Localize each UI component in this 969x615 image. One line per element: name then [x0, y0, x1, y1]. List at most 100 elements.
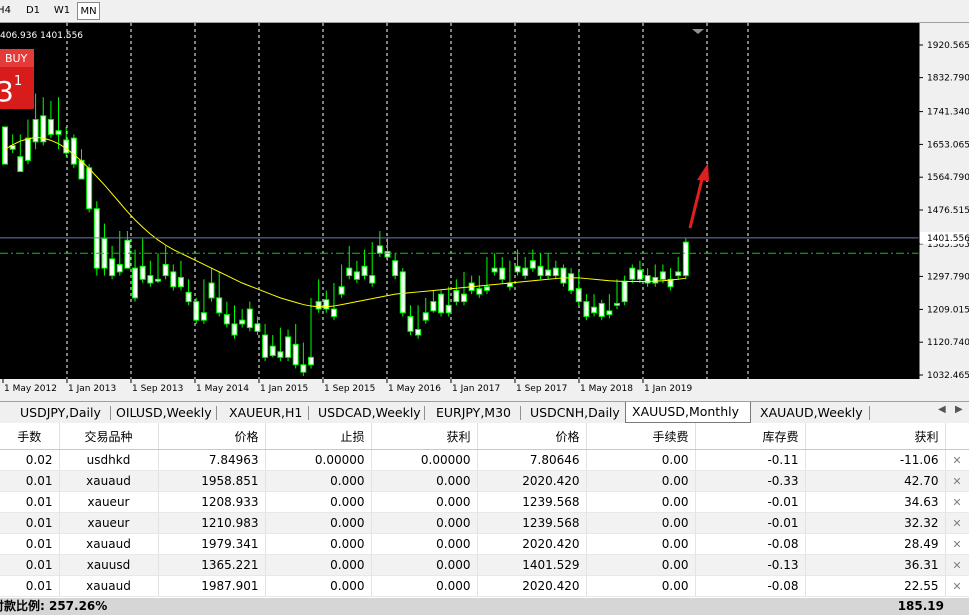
buy-price-sup: 1 [14, 74, 22, 89]
one-click-buy-panel[interactable]: BUY 3 1 [0, 49, 34, 109]
col-header-open-price[interactable]: 价格 [158, 423, 266, 450]
order-row[interactable]: 0.01 xauaud 1979.341 0.000 0.000 2020.420 0.00… [0, 533, 969, 555]
order-stop-loss: 0.000 [265, 512, 372, 534]
candle [93, 201, 100, 276]
order-row[interactable]: 0.01 xaueur 1208.933 0.000 0.000 1239.568 0.00… [0, 491, 969, 513]
col-header-close [945, 423, 969, 450]
time-axis-label: 1 Jan 2013 [68, 384, 116, 394]
chart-plot-area [0, 23, 919, 379]
order-commission: 0.00 [586, 554, 696, 576]
col-header-current-price[interactable]: 价格 [477, 423, 587, 450]
order-symbol: usdhkd [59, 449, 159, 471]
tab-separator [869, 406, 870, 420]
order-take-profit: 0.000 [371, 512, 478, 534]
trade-terminal: 手数 交易品种 价格 止损 获利 价格 手续费 库存费 获利 0.02 usdhk… [0, 423, 969, 615]
col-header-commission[interactable]: 手续费 [586, 423, 696, 450]
price-axis-label: 1032.465 [927, 371, 969, 381]
price-axis-label: 1564.790 [927, 173, 969, 183]
order-symbol: xauaud [59, 575, 159, 597]
tab-usdcnh-daily[interactable]: USDCNH,Daily [524, 403, 624, 422]
time-axis-label: 1 Jan 2019 [644, 384, 692, 394]
candle [86, 164, 93, 213]
tab-separator [520, 406, 521, 420]
col-header-lots[interactable]: 手数 [0, 423, 60, 450]
balance-summary-bar: 付款比例: 257.26% 185.19 [0, 598, 969, 615]
order-swap: -0.11 [695, 449, 806, 471]
tab-xauaud-weekly[interactable]: XAUAUD,Weekly [754, 403, 864, 422]
order-open-price: 1210.983 [158, 512, 266, 534]
order-commission: 0.00 [586, 512, 696, 534]
order-lots: 0.01 [0, 470, 60, 492]
order-current-price: 2020.420 [477, 575, 587, 597]
timeframe-w1[interactable]: W1 [50, 2, 74, 20]
chart-header-text: 406.936 1401.556 [0, 31, 83, 41]
order-row[interactable]: 0.01 xauusd 1365.221 0.000 0.000 1401.529 0.00… [0, 554, 969, 576]
order-row[interactable]: 0.01 xauaud 1987.901 0.000 0.000 2020.420 0.00… [0, 575, 969, 597]
tab-usdjpy-daily[interactable]: USDJPY,Daily [14, 403, 110, 422]
order-row[interactable]: 0.01 xaueur 1210.983 0.000 0.000 1239.568 0.00… [0, 512, 969, 534]
timeframe-d1[interactable]: D1 [22, 2, 44, 20]
col-header-profit[interactable]: 获利 [805, 423, 946, 450]
orders-header-row: 手数 交易品种 价格 止损 获利 价格 手续费 库存费 获利 [0, 423, 969, 450]
close-order-icon[interactable]: ✕ [945, 491, 969, 513]
order-lots: 0.01 [0, 533, 60, 555]
order-swap: -0.33 [695, 470, 806, 492]
current-price-label: 1401.556 [927, 234, 969, 244]
order-open-price: 1208.933 [158, 491, 266, 513]
order-swap: -0.08 [695, 533, 806, 555]
tab-xaueur-h1[interactable]: XAUEUR,H1 [223, 403, 308, 422]
close-order-icon[interactable]: ✕ [945, 554, 969, 576]
col-header-take-profit[interactable]: 获利 [371, 423, 478, 450]
price-axis-label: 1920.565 [927, 41, 969, 51]
price-axis-label: 1832.790 [927, 74, 969, 84]
candle [193, 297, 200, 324]
order-commission: 0.00 [586, 575, 696, 597]
chart-tab-bar: USDJPY,Daily OILUSD,Weekly XAUEUR,H1 USD… [0, 401, 969, 423]
order-commission: 0.00 [586, 533, 696, 555]
order-symbol: xauaud [59, 470, 159, 492]
order-current-price: 7.80646 [477, 449, 587, 471]
order-swap: -0.08 [695, 575, 806, 597]
order-profit: 32.32 [805, 512, 946, 534]
candle [70, 134, 77, 168]
buy-button-label[interactable]: BUY [5, 52, 28, 65]
order-stop-loss: 0.000 [265, 470, 372, 492]
tab-eurjpy-m30[interactable]: EURJPY,M30 [430, 403, 520, 422]
tab-scroll-left-icon[interactable]: ◀ [938, 404, 946, 415]
close-order-icon[interactable]: ✕ [945, 533, 969, 555]
col-header-stop-loss[interactable]: 止损 [265, 423, 372, 450]
order-take-profit: 0.000 [371, 491, 478, 513]
order-current-price: 2020.420 [477, 533, 587, 555]
order-lots: 0.01 [0, 512, 60, 534]
order-symbol: xauusd [59, 554, 159, 576]
close-order-icon[interactable]: ✕ [945, 512, 969, 534]
order-row[interactable]: 0.01 xauaud 1958.851 0.000 0.000 2020.420 0.00… [0, 470, 969, 492]
col-header-swap[interactable]: 库存费 [695, 423, 806, 450]
price-axis-label: 1297.790 [927, 272, 969, 282]
order-open-price: 1987.901 [158, 575, 266, 597]
time-axis-label: 1 Jan 2017 [452, 384, 500, 394]
order-open-price: 7.84963 [158, 449, 266, 471]
orders-table: 手数 交易品种 价格 止损 获利 价格 手续费 库存费 获利 0.02 usdhk… [0, 423, 969, 597]
timeframe-h4[interactable]: H4 [0, 2, 12, 20]
col-header-symbol[interactable]: 交易品种 [59, 423, 159, 450]
tab-separator [308, 406, 309, 420]
order-current-price: 1239.568 [477, 512, 587, 534]
tab-usdcad-weekly[interactable]: USDCAD,Weekly [312, 403, 424, 422]
close-order-icon[interactable]: ✕ [945, 470, 969, 492]
order-lots: 0.02 [0, 449, 60, 471]
order-profit: 28.49 [805, 533, 946, 555]
order-row[interactable]: 0.02 usdhkd 7.84963 0.00000 0.00000 7.80646 0.… [0, 449, 969, 471]
order-lots: 0.01 [0, 491, 60, 513]
time-axis-label: 1 Sep 2013 [132, 384, 183, 394]
price-axis-label: 1209.015 [927, 305, 969, 315]
close-order-icon[interactable]: ✕ [945, 449, 969, 471]
timeframe-mn[interactable]: MN [77, 2, 100, 20]
tab-oilusd-weekly[interactable]: OILUSD,Weekly [110, 403, 216, 422]
close-order-icon[interactable]: ✕ [945, 575, 969, 597]
order-swap: -0.01 [695, 491, 806, 513]
tab-xauusd-monthly[interactable]: XAUUSD,Monthly [625, 402, 751, 423]
tab-scroll-right-icon[interactable]: ▶ [955, 404, 963, 415]
total-profit: 185.19 [897, 599, 944, 613]
price-chart[interactable]: 406.936 1401.556 BUY 3 1 1920.565 1832.79… [0, 23, 969, 401]
